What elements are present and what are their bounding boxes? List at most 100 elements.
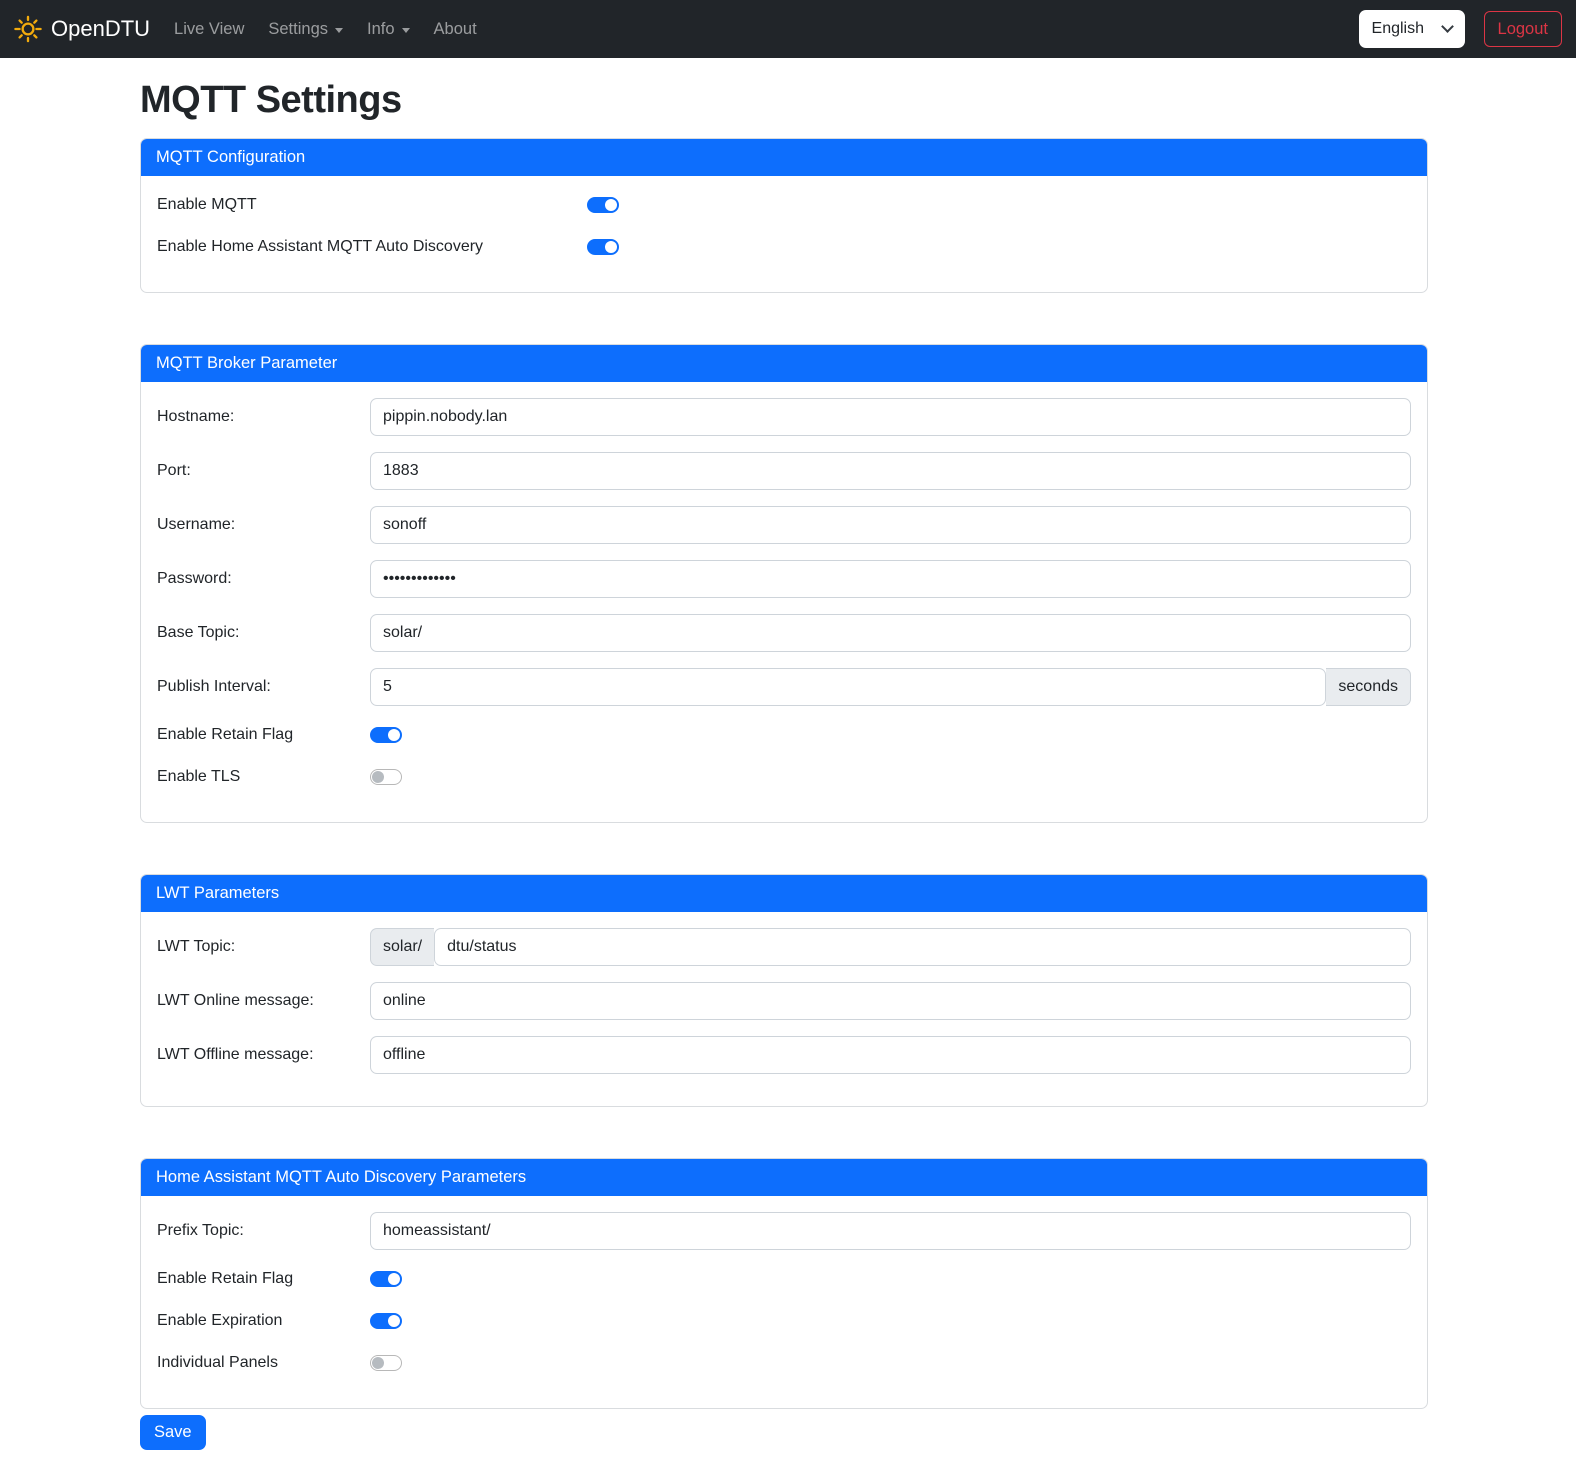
- form-row-hass-retain: Enable Retain Flag: [157, 1266, 1411, 1292]
- enable-mqtt-label: Enable MQTT: [157, 196, 587, 214]
- card-mqtt-broker-parameter-header: MQTT Broker Parameter: [140, 344, 1428, 382]
- enable-hass-discovery-control: [587, 239, 1411, 255]
- password-control: [370, 560, 1411, 598]
- page-title: MQTT Settings: [140, 79, 1428, 122]
- nav-live-view[interactable]: Live View: [166, 12, 252, 47]
- switch-knob: [605, 199, 617, 211]
- lwt-online-label: LWT Online message:: [157, 992, 370, 1010]
- hass-retain-toggle[interactable]: [370, 1271, 402, 1287]
- enable-tls-control: [370, 769, 1411, 785]
- hass-expiration-label: Enable Expiration: [157, 1312, 370, 1330]
- lwt-online-field[interactable]: [370, 982, 1411, 1020]
- chevron-down-icon: [402, 28, 410, 33]
- lwt-offline-label: LWT Offline message:: [157, 1046, 370, 1064]
- form-row-username: Username:: [157, 506, 1411, 544]
- username-field[interactable]: [370, 506, 1411, 544]
- hostname-label: Hostname:: [157, 408, 370, 426]
- form-row-enable-retain: Enable Retain Flag: [157, 722, 1411, 748]
- chevron-down-icon: [335, 28, 343, 33]
- nav-info[interactable]: Info: [359, 12, 418, 47]
- card-hass-discovery-parameters-body: Prefix Topic: Enable Retain Flag Enable …: [141, 1196, 1427, 1408]
- nav-settings-label: Settings: [268, 20, 328, 39]
- base-topic-label: Base Topic:: [157, 624, 370, 642]
- nav-about[interactable]: About: [426, 12, 485, 47]
- prefix-topic-control: [370, 1212, 1411, 1250]
- form-row-hass-expiration: Enable Expiration: [157, 1308, 1411, 1334]
- password-field[interactable]: [370, 560, 1411, 598]
- card-mqtt-configuration-body: Enable MQTT Enable Home Assistant MQTT A…: [141, 176, 1427, 292]
- form-row-individual-panels: Individual Panels: [157, 1350, 1411, 1376]
- brand-label: OpenDTU: [51, 16, 150, 42]
- username-label: Username:: [157, 516, 370, 534]
- hostname-control: [370, 398, 1411, 436]
- form-row-publish-interval: Publish Interval: seconds: [157, 668, 1411, 706]
- form-row-enable-tls: Enable TLS: [157, 764, 1411, 790]
- lwt-offline-control: [370, 1036, 1411, 1074]
- switch-knob: [372, 771, 384, 783]
- form-row-port: Port:: [157, 452, 1411, 490]
- form-row-lwt-topic: LWT Topic: solar/: [157, 928, 1411, 966]
- card-mqtt-configuration-header: MQTT Configuration: [140, 138, 1428, 176]
- nav-settings[interactable]: Settings: [260, 12, 351, 47]
- enable-retain-label: Enable Retain Flag: [157, 726, 370, 744]
- publish-interval-unit-addon: seconds: [1326, 668, 1411, 706]
- card-lwt-parameters: LWT Parameters LWT Topic: solar/ LWT Onl…: [140, 874, 1428, 1107]
- enable-tls-label: Enable TLS: [157, 768, 370, 786]
- card-hass-discovery-parameters-header: Home Assistant MQTT Auto Discovery Param…: [140, 1158, 1428, 1196]
- switch-knob: [388, 1273, 400, 1285]
- lwt-topic-field[interactable]: [434, 928, 1411, 966]
- language-selected-value: English: [1372, 20, 1424, 38]
- individual-panels-toggle[interactable]: [370, 1355, 402, 1371]
- lwt-topic-prefix-addon: solar/: [370, 928, 434, 966]
- switch-knob: [388, 1315, 400, 1327]
- publish-interval-field[interactable]: [370, 668, 1326, 706]
- main-content: MQTT Settings MQTT Configuration Enable …: [140, 79, 1428, 1450]
- enable-hass-discovery-toggle[interactable]: [587, 239, 619, 255]
- enable-retain-control: [370, 727, 1411, 743]
- switch-knob: [372, 1357, 384, 1369]
- prefix-topic-label: Prefix Topic:: [157, 1222, 370, 1240]
- individual-panels-control: [370, 1355, 1411, 1371]
- form-row-base-topic: Base Topic:: [157, 614, 1411, 652]
- form-row-lwt-offline: LWT Offline message:: [157, 1036, 1411, 1074]
- card-lwt-parameters-body: LWT Topic: solar/ LWT Online message: LW…: [141, 912, 1427, 1106]
- navbar: OpenDTU Live View Settings Info About En…: [0, 0, 1576, 58]
- nav-about-label: About: [434, 20, 477, 39]
- logout-button[interactable]: Logout: [1484, 11, 1562, 47]
- password-label: Password:: [157, 570, 370, 588]
- switch-knob: [605, 241, 617, 253]
- form-row-enable-hass-discovery: Enable Home Assistant MQTT Auto Discover…: [157, 234, 1411, 260]
- base-topic-field[interactable]: [370, 614, 1411, 652]
- save-button[interactable]: Save: [140, 1415, 206, 1450]
- form-row-prefix-topic: Prefix Topic:: [157, 1212, 1411, 1250]
- enable-mqtt-toggle[interactable]: [587, 197, 619, 213]
- hass-retain-label: Enable Retain Flag: [157, 1270, 370, 1288]
- hostname-field[interactable]: [370, 398, 1411, 436]
- chevron-down-icon: [1441, 20, 1454, 33]
- brand-link[interactable]: OpenDTU: [14, 15, 150, 43]
- lwt-topic-group: solar/: [370, 928, 1411, 966]
- form-row-lwt-online: LWT Online message:: [157, 982, 1411, 1020]
- navbar-right: English Logout: [1359, 10, 1562, 48]
- card-mqtt-broker-parameter-body: Hostname: Port: Username: Password:: [141, 382, 1427, 822]
- form-row-enable-mqtt: Enable MQTT: [157, 192, 1411, 218]
- prefix-topic-field[interactable]: [370, 1212, 1411, 1250]
- sun-icon: [14, 15, 42, 43]
- port-field[interactable]: [370, 452, 1411, 490]
- enable-hass-discovery-label: Enable Home Assistant MQTT Auto Discover…: [157, 238, 587, 256]
- hass-expiration-control: [370, 1313, 1411, 1329]
- individual-panels-label: Individual Panels: [157, 1354, 370, 1372]
- form-row-hostname: Hostname:: [157, 398, 1411, 436]
- nav-info-label: Info: [367, 20, 395, 39]
- hass-expiration-toggle[interactable]: [370, 1313, 402, 1329]
- language-select[interactable]: English: [1359, 10, 1465, 48]
- nav-links: Live View Settings Info About: [162, 12, 489, 47]
- lwt-topic-control: solar/: [370, 928, 1411, 966]
- enable-retain-toggle[interactable]: [370, 727, 402, 743]
- hass-retain-control: [370, 1271, 1411, 1287]
- lwt-offline-field[interactable]: [370, 1036, 1411, 1074]
- publish-interval-group: seconds: [370, 668, 1411, 706]
- base-topic-control: [370, 614, 1411, 652]
- enable-tls-toggle[interactable]: [370, 769, 402, 785]
- card-mqtt-broker-parameter: MQTT Broker Parameter Hostname: Port: Us…: [140, 344, 1428, 823]
